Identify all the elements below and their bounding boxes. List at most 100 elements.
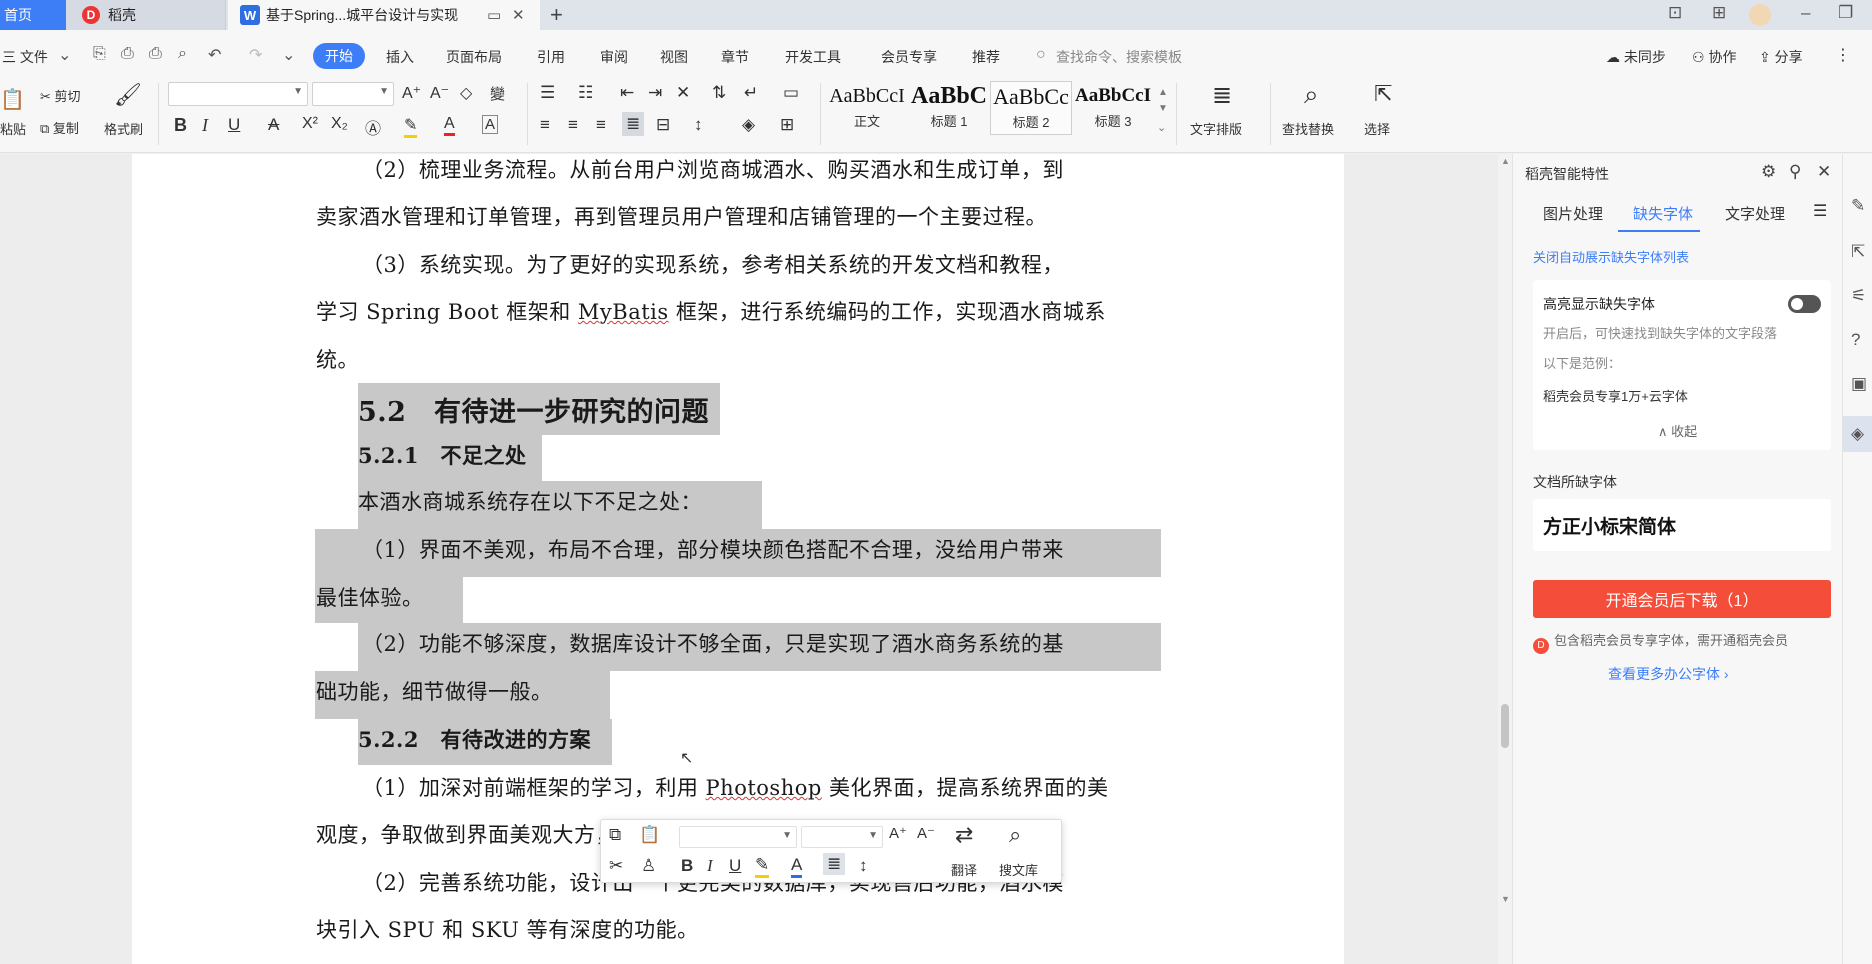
style-normal[interactable]: AaBbCcI 正文 [826, 81, 908, 135]
style-heading-1[interactable]: AaBbC 标题 1 [908, 81, 990, 135]
table-tools-icon[interactable]: ▭ [783, 83, 799, 103]
clear-format-icon[interactable]: ◇ [460, 83, 472, 103]
cursor-icon[interactable]: ⇱ [1851, 242, 1865, 262]
tab-image-processing[interactable]: 图片处理 [1543, 203, 1603, 224]
superscript-icon[interactable]: X² [302, 115, 318, 133]
align-left-icon[interactable]: ≡ [540, 115, 550, 135]
tab-daoke[interactable]: D 稻壳 [66, 0, 226, 30]
grow-font-icon[interactable]: A⁺ [889, 824, 907, 842]
bold-icon[interactable]: B [681, 856, 693, 876]
customize-qa-icon[interactable]: ⌄ [282, 45, 295, 65]
underline-icon[interactable]: U [729, 856, 741, 876]
align-right-icon[interactable]: ≡ [596, 115, 606, 135]
format-painter-button[interactable]: 格式刷 [104, 119, 143, 138]
font-family-select[interactable]: ▼ [168, 82, 308, 106]
increase-indent-icon[interactable]: ⇥ [648, 83, 662, 103]
find-icon[interactable]: ⌕ [1304, 79, 1319, 111]
menu-recommend[interactable]: 推荐 [972, 47, 1000, 67]
paste-icon[interactable]: 📋 [0, 87, 25, 112]
phonetic-icon[interactable]: 變 [490, 83, 505, 104]
more-icon[interactable]: ⋮ [1835, 45, 1851, 65]
line-spacing-icon[interactable]: ↕ [694, 115, 703, 135]
undo-icon[interactable]: ↶ [208, 45, 221, 65]
collab-button[interactable]: ⚇ 协作 [1692, 47, 1736, 67]
menu-insert[interactable]: 插入 [386, 47, 414, 67]
share-button[interactable]: ⇪ 分享 [1759, 47, 1803, 67]
auto-close-link[interactable]: 关闭自动展示缺失字体列表 [1533, 247, 1689, 266]
text-layout-button[interactable]: 文字排版 [1190, 119, 1242, 138]
bold-icon[interactable]: B [174, 115, 187, 136]
highlight-icon[interactable]: ✎ [755, 855, 770, 878]
show-marks-icon[interactable]: ↵ [744, 83, 758, 103]
sync-status-button[interactable]: ☁ 未同步 [1606, 47, 1666, 67]
scroll-down-icon[interactable]: ▼ [1501, 894, 1510, 904]
more-fonts-link[interactable]: 查看更多办公字体 › [1608, 664, 1729, 684]
line-spacing-icon[interactable]: ↕ [859, 856, 868, 876]
format-painter-icon[interactable]: 🖌 [114, 82, 142, 108]
select-button[interactable]: 选择 [1364, 119, 1390, 138]
align-icon[interactable]: ≣ [823, 853, 846, 875]
adjust-icon[interactable]: ⚟ [1851, 286, 1866, 306]
layout-icon[interactable]: ⊡ [1668, 3, 1682, 23]
justify-icon[interactable]: ≣ [622, 112, 645, 136]
styles-more-icon[interactable]: ⌄ [1157, 121, 1166, 134]
style-heading-2[interactable]: AaBbCc 标题 2 [990, 81, 1072, 135]
align-center-icon[interactable]: ≡ [568, 115, 578, 135]
style-heading-3[interactable]: AaBbCcI 标题 3 [1072, 81, 1154, 135]
menu-view[interactable]: 视图 [660, 47, 688, 67]
search-library-button[interactable]: 搜文库 [999, 860, 1038, 879]
tab-close-icon[interactable]: ✕ [512, 6, 525, 24]
image-icon[interactable]: ▣ [1851, 374, 1867, 394]
decrease-indent-icon[interactable]: ⇤ [620, 83, 634, 103]
strikethrough-icon[interactable]: A [268, 115, 279, 135]
menu-references[interactable]: 引用 [537, 47, 565, 67]
tab-restore-icon[interactable]: ▭ [487, 6, 501, 24]
bullets-icon[interactable]: ☰ [540, 83, 555, 103]
pin-icon[interactable]: ⚲ [1789, 162, 1801, 182]
close-icon[interactable]: ✕ [1817, 162, 1831, 182]
font-size-select[interactable]: ▼ [801, 826, 883, 848]
vertical-scrollbar[interactable]: ▲ ▼ [1498, 154, 1512, 964]
shading-icon[interactable]: ◈ [742, 115, 755, 135]
shrink-font-icon[interactable]: A⁻ [917, 824, 935, 842]
font-color-icon[interactable]: A [791, 855, 803, 878]
text-effect-icon[interactable]: Ⓐ [365, 115, 381, 139]
char-border-icon[interactable]: A [482, 115, 499, 134]
translate-button[interactable]: 翻译 [951, 860, 977, 879]
download-fonts-button[interactable]: 开通会员后下载（1） [1533, 580, 1831, 618]
menu-icon[interactable]: ☰ [1813, 201, 1827, 221]
missing-font-item[interactable]: 方正小标宋简体 [1533, 499, 1831, 551]
chinese-layout-icon[interactable]: ✕ [676, 83, 690, 103]
shrink-font-icon[interactable]: A⁻ [430, 83, 449, 103]
find-replace-button[interactable]: 查找替换 [1282, 119, 1334, 138]
font-size-select[interactable]: ▼ [312, 82, 394, 106]
menu-developer[interactable]: 开发工具 [785, 47, 841, 67]
paste-icon[interactable]: 📋 [639, 825, 660, 845]
save-icon[interactable]: ⎘ [93, 45, 106, 63]
command-search-input[interactable]: 查找命令、搜索模板 [1056, 47, 1182, 67]
file-menu[interactable]: 三 文件 [2, 47, 48, 67]
grow-font-icon[interactable]: A⁺ [402, 83, 421, 103]
cut-button[interactable]: ✂ 剪切 [40, 86, 81, 105]
underline-icon[interactable]: U [228, 115, 240, 135]
copy-button[interactable]: ⧉ 复制 [40, 118, 79, 137]
minimize-icon[interactable]: – [1801, 3, 1810, 23]
subscript-icon[interactable]: X₂ [331, 115, 348, 133]
scrollbar-thumb[interactable] [1501, 704, 1509, 748]
sort-icon[interactable]: ⇅ [712, 83, 726, 103]
chevron-down-icon[interactable]: ⌄ [58, 45, 71, 65]
print-icon[interactable]: ⎙ [149, 45, 162, 63]
styles-down-icon[interactable]: ▼ [1158, 103, 1168, 114]
new-tab-icon[interactable]: + [550, 2, 563, 28]
styles-up-icon[interactable]: ▲ [1158, 87, 1168, 98]
maximize-icon[interactable]: ❐ [1838, 3, 1853, 23]
tab-missing-fonts[interactable]: 缺失字体 [1633, 203, 1693, 224]
apps-grid-icon[interactable]: ⊞ [1712, 3, 1726, 23]
italic-icon[interactable]: I [707, 856, 713, 876]
edit-pen-icon[interactable]: ✎ [1851, 196, 1865, 216]
numbering-icon[interactable]: ☷ [578, 83, 593, 103]
tab-home[interactable]: 首页 [0, 0, 66, 30]
borders-icon[interactable]: ⊞ [780, 115, 794, 135]
distributed-icon[interactable]: ⊟ [656, 115, 670, 135]
scroll-up-icon[interactable]: ▲ [1501, 156, 1510, 166]
